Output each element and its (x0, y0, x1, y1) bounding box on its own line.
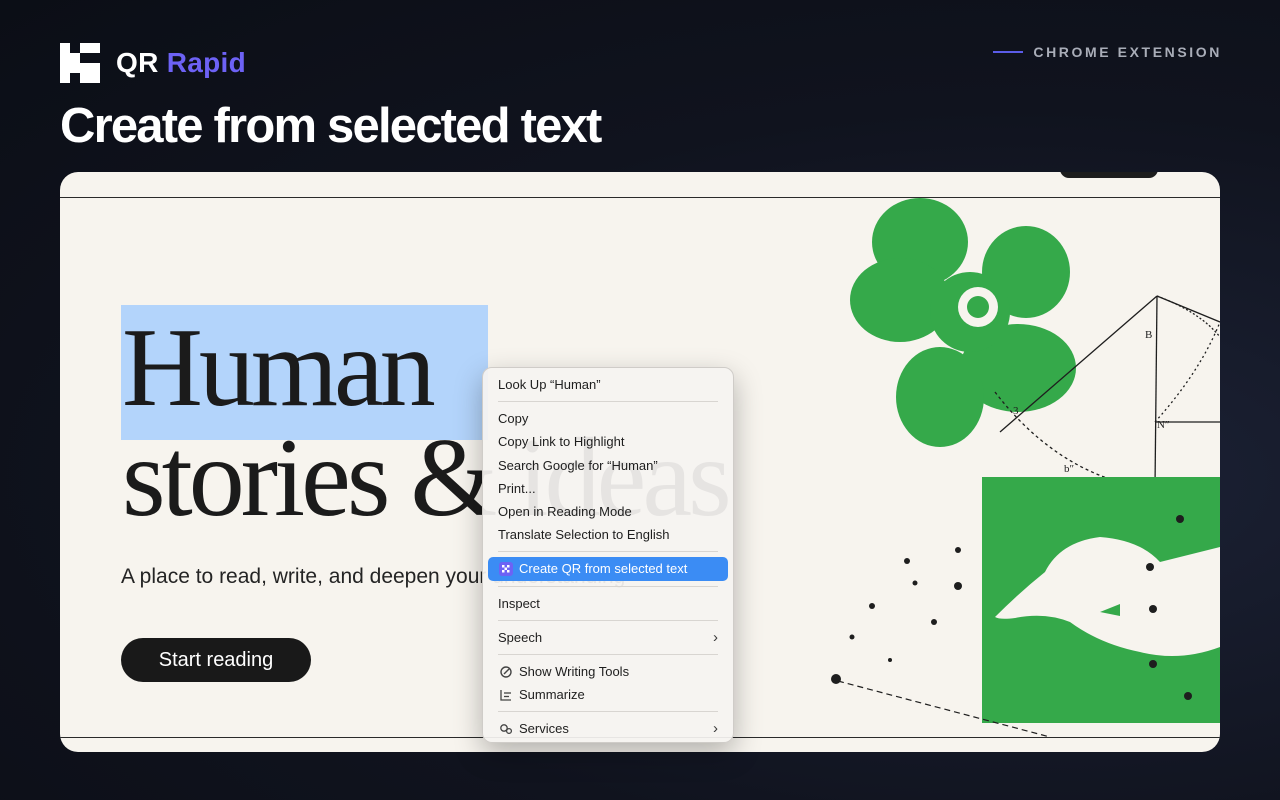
flower-icon (850, 198, 1076, 447)
chevron-right-icon: › (713, 628, 718, 646)
svg-text:B: B (1145, 329, 1152, 341)
page-headline: Create from selected text (60, 99, 602, 153)
menu-item-search-google[interactable]: Search Google for “Human” (488, 454, 728, 477)
brand-name: QR Rapid (116, 47, 246, 79)
menu-item-services[interactable]: Services › (488, 717, 728, 740)
chevron-right-icon: › (713, 720, 718, 738)
tag-divider (993, 51, 1024, 53)
menu-item-copy[interactable]: Copy (488, 407, 728, 430)
menu-item-print[interactable]: Print... (488, 477, 728, 500)
chrome-extension-tag: CHROME EXTENSION (993, 44, 1222, 60)
qr-rapid-logo-icon (499, 562, 513, 577)
menu-item-open-reading-mode[interactable]: Open in Reading Mode (488, 500, 728, 523)
menu-separator (498, 401, 718, 403)
menu-item-label: Services (519, 721, 569, 737)
brand-name-accent: Rapid (166, 47, 246, 78)
tag-label: CHROME EXTENSION (1033, 44, 1222, 60)
hand-writing-icon (982, 477, 1220, 723)
menu-item-copy-link-to-highlight[interactable]: Copy Link to Highlight (488, 430, 728, 453)
menu-separator (498, 619, 718, 621)
menu-item-look-up[interactable]: Look Up “Human” (488, 373, 728, 396)
menu-separator (498, 551, 718, 553)
menu-item-label: Speech (498, 629, 543, 645)
svg-text:N″: N″ (1157, 419, 1170, 431)
menu-item-create-qr[interactable]: Create QR from selected text (488, 557, 728, 581)
brand-name-primary: QR (116, 47, 159, 78)
menu-item-summarize[interactable]: Summarize (488, 683, 728, 706)
summarize-icon (500, 690, 511, 701)
menu-item-translate-selection[interactable]: Translate Selection to English (488, 523, 728, 546)
menu-item-label: Summarize (519, 687, 585, 703)
svg-text:3: 3 (1013, 405, 1019, 417)
menu-item-label: Show Writing Tools (519, 663, 630, 679)
services-icon (500, 724, 513, 735)
menu-item-show-writing-tools[interactable]: Show Writing Tools (488, 660, 728, 683)
menu-separator (498, 711, 718, 713)
menu-separator (498, 585, 718, 587)
menu-item-inspect[interactable]: Inspect (488, 592, 728, 615)
writing-tools-icon (500, 666, 512, 678)
brand-logo: QR Rapid (60, 43, 246, 83)
context-menu: Look Up “Human” Copy Copy Link to Highli… (482, 367, 734, 743)
menu-separator (498, 653, 718, 655)
menu-item-speech[interactable]: Speech › (488, 626, 728, 649)
menu-item-label: Create QR from selected text (519, 561, 688, 577)
qr-rapid-logo-icon (60, 43, 100, 83)
svg-text:b″: b″ (1064, 463, 1074, 475)
hero-title-line-1[interactable]: Human (122, 312, 436, 424)
start-reading-button[interactable]: Start reading (121, 638, 311, 682)
